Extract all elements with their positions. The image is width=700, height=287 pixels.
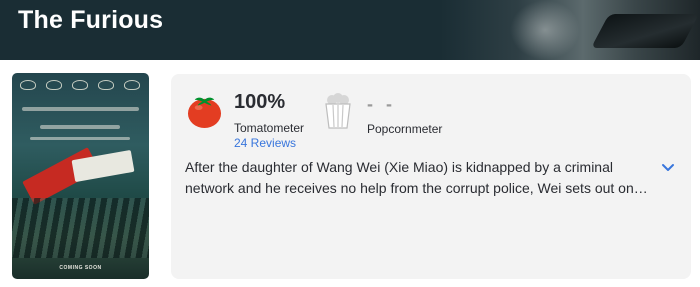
poster-title-art: [18, 147, 143, 205]
poster-laurels: [20, 79, 140, 91]
poster-credits-line: [30, 137, 130, 140]
laurel-icon: [98, 80, 114, 90]
laurel-icon: [20, 80, 36, 90]
empty-popcorn-icon: [325, 93, 351, 129]
fresh-tomato-icon: [187, 97, 222, 129]
chevron-down-icon[interactable]: [661, 162, 675, 172]
hero-figure-silhouette: [590, 14, 700, 48]
tomatometer-score: 100%: [234, 91, 286, 113]
popcornmeter-label: Popcornmeter: [367, 122, 443, 136]
hero-banner: The Furious: [0, 0, 700, 60]
hero-light-glow: [510, 0, 580, 60]
reviews-count-link[interactable]: 24 Reviews: [234, 136, 296, 150]
movie-poster[interactable]: COMING SOON: [12, 73, 149, 279]
movie-synopsis: After the daughter of Wang Wei (Xie Miao…: [185, 159, 648, 196]
score-card: 100% Tomatometer 24 Reviews - - Popcornm…: [171, 74, 691, 279]
poster-coming-soon: COMING SOON: [59, 265, 102, 271]
laurel-icon: [72, 80, 88, 90]
poster-crowd-art: [12, 198, 149, 258]
poster-quote-line: [22, 107, 139, 111]
poster-quote-line: [40, 125, 120, 129]
page-title: The Furious: [18, 6, 164, 34]
popcornmeter-score: - -: [367, 94, 396, 114]
tomatometer-label: Tomatometer: [234, 121, 305, 135]
laurel-icon: [46, 80, 62, 90]
laurel-icon: [124, 80, 140, 90]
